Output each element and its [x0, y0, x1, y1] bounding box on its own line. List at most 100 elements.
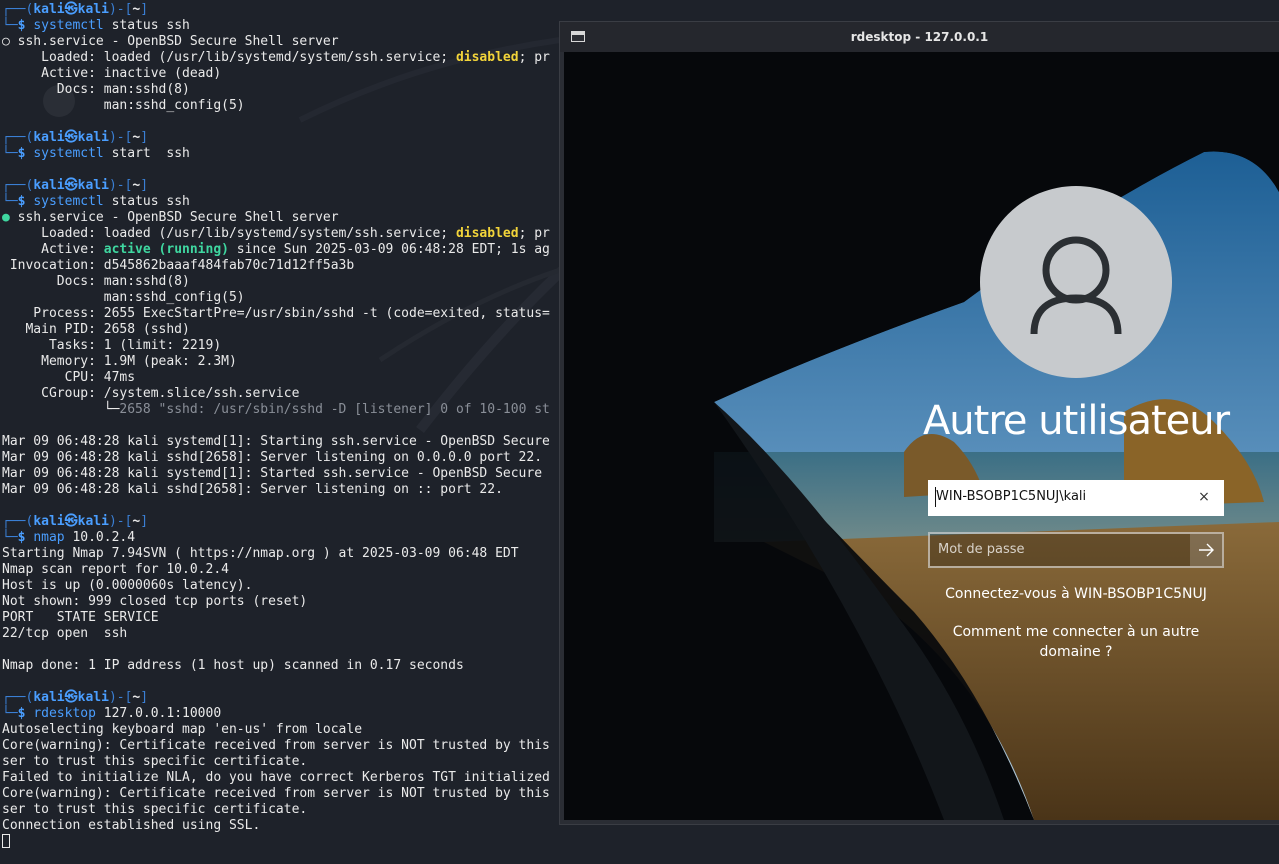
terminal-text: kali㉿kali: [33, 2, 109, 17]
terminal-text: )-[: [108, 130, 133, 145]
terminal-text: Process: 2655 ExecStartPre=/usr/sbin/ssh…: [2, 306, 550, 321]
terminal-line: Nmap scan report for 10.0.2.4: [2, 562, 550, 578]
terminal-text: ┌──(: [2, 178, 34, 193]
terminal-text: Core(warning): Certificate received from…: [2, 738, 550, 753]
terminal-text: └─: [2, 18, 18, 33]
rdesktop-window[interactable]: rdesktop - 127.0.0.1 Autre utilisateur W…: [560, 22, 1279, 824]
terminal-line: ┌──(kali㉿kali)-[~]: [2, 514, 550, 530]
terminal-text: 10.0.2.4: [64, 530, 136, 545]
terminal-text: Not shown: 999 closed tcp ports (reset): [2, 594, 308, 609]
terminal-line: ┌──(kali㉿kali)-[~]: [2, 2, 550, 18]
terminal-line: ● ssh.service - OpenBSD Secure Shell ser…: [2, 210, 550, 226]
terminal-text: kali㉿kali: [33, 130, 109, 145]
terminal-text: Host is up (0.0000060s latency).: [2, 578, 253, 593]
terminal-text: Loaded: loaded (/usr/lib/systemd/system/…: [2, 50, 456, 65]
terminal-text: disabled: [455, 226, 519, 241]
terminal-text: $: [17, 146, 34, 161]
terminal-line: Mar 09 06:48:28 kali sshd[2658]: Server …: [2, 482, 550, 498]
terminal-text: Docs: man:sshd(8): [2, 82, 190, 97]
other-domain-link[interactable]: Comment me connecter à un autre domaine …: [944, 622, 1208, 662]
terminal-text: Mar 09 06:48:28 kali systemd[1]: Startin…: [2, 434, 550, 449]
terminal-text: )-[: [108, 2, 133, 17]
terminal-line: Active: active (running) since Sun 2025-…: [2, 242, 550, 258]
terminal-text: nmap: [33, 530, 65, 545]
window-title: rdesktop - 127.0.0.1: [850, 30, 989, 44]
terminal-line: Autoselecting keyboard map 'en-us' from …: [2, 722, 550, 738]
terminal-text: └─: [2, 402, 120, 417]
terminal-text: systemctl: [33, 146, 104, 161]
terminal-text: ]: [140, 178, 149, 193]
terminal-text: kali㉿kali: [33, 690, 109, 705]
terminal-line: Active: inactive (dead): [2, 66, 550, 82]
terminal-text: rdesktop: [33, 706, 96, 721]
terminal-line: man:sshd_config(5): [2, 98, 550, 114]
terminal-text: ┌──(: [2, 690, 34, 705]
terminal-line: └─$ nmap 10.0.2.4: [2, 530, 550, 546]
terminal-text: Loaded: loaded (/usr/lib/systemd/system/…: [2, 226, 456, 241]
terminal-line: Core(warning): Certificate received from…: [2, 786, 550, 802]
terminal-line: └─$ systemctl status ssh: [2, 194, 550, 210]
terminal-line: Host is up (0.0000060s latency).: [2, 578, 550, 594]
terminal-text: Connection established using SSL.: [2, 818, 261, 833]
terminal-line: ┌──(kali㉿kali)-[~]: [2, 178, 550, 194]
terminal-text: $: [17, 194, 34, 209]
terminal-text: ]: [140, 514, 149, 529]
terminal-line: Connection established using SSL.: [2, 818, 550, 834]
terminal-text: active (running): [103, 242, 229, 257]
terminal-text: status ssh: [103, 18, 190, 33]
terminal-text: Memory: 1.9M (peak: 2.3M): [2, 354, 237, 369]
terminal-text: kali㉿kali: [33, 178, 109, 193]
terminal-text: kali㉿kali: [33, 514, 109, 529]
username-input[interactable]: WIN-BSOBP1C5NUJ\kali ×: [928, 480, 1224, 516]
terminal-line: Nmap done: 1 IP address (1 host up) scan…: [2, 658, 550, 674]
terminal-text: man:sshd_config(5): [2, 98, 245, 113]
password-input[interactable]: Mot de passe: [928, 532, 1224, 568]
terminal-line: ┌──(kali㉿kali)-[~]: [2, 690, 550, 706]
terminal-line: Loaded: loaded (/usr/lib/systemd/system/…: [2, 226, 550, 242]
terminal-line: ┌──(kali㉿kali)-[~]: [2, 130, 550, 146]
terminal-text: Main PID: 2658 (sshd): [2, 322, 190, 337]
terminal-text: └─: [2, 706, 18, 721]
clear-icon[interactable]: ×: [1195, 488, 1213, 506]
terminal-line: Failed to initialize NLA, do you have co…: [2, 770, 550, 786]
remote-desktop-screen[interactable]: Autre utilisateur WIN-BSOBP1C5NUJ\kali ×…: [564, 52, 1279, 820]
terminal-text: Active:: [2, 242, 104, 257]
terminal-text: ┌──(: [2, 2, 34, 17]
terminal-text: ; pr: [518, 50, 550, 65]
terminal-text: status ssh: [103, 194, 190, 209]
terminal-text: ser to trust this specific certificate.: [2, 754, 308, 769]
terminal-text: Docs: man:sshd(8): [2, 274, 190, 289]
terminal-text: └─: [2, 146, 18, 161]
user-avatar: [980, 186, 1172, 378]
terminal-text: )-[: [108, 514, 133, 529]
terminal-text: Mar 09 06:48:28 kali systemd[1]: Started…: [2, 466, 543, 481]
terminal-line: ○ ssh.service - OpenBSD Secure Shell ser…: [2, 34, 550, 50]
terminal-text: ; pr: [518, 226, 550, 241]
terminal-text: Active: inactive (dead): [2, 66, 222, 81]
terminal-line: Not shown: 999 closed tcp ports (reset): [2, 594, 550, 610]
terminal-text: ser to trust this specific certificate.: [2, 802, 308, 817]
terminal-line: Mar 09 06:48:28 kali systemd[1]: Started…: [2, 466, 550, 482]
rdesktop-titlebar[interactable]: rdesktop - 127.0.0.1: [560, 22, 1279, 52]
terminal-text: since Sun 2025-03-09 06:48:28 EDT; 1s ag: [228, 242, 550, 257]
arrow-right-icon: [1199, 543, 1214, 557]
terminal-output[interactable]: ┌──(kali㉿kali)-[~] └─$ systemctl status s…: [2, 2, 550, 834]
terminal-text: Failed to initialize NLA, do you have co…: [2, 770, 550, 785]
terminal-line: Memory: 1.9M (peak: 2.3M): [2, 354, 550, 370]
terminal-text: CPU: 47ms: [2, 370, 136, 385]
terminal-text: Nmap done: 1 IP address (1 host up) scan…: [2, 658, 464, 673]
terminal-text: ]: [140, 130, 149, 145]
terminal-text: systemctl: [33, 194, 104, 209]
submit-button[interactable]: [1190, 534, 1222, 566]
terminal-text: man:sshd_config(5): [2, 290, 245, 305]
terminal-line: Main PID: 2658 (sshd): [2, 322, 550, 338]
terminal-text: ]: [140, 2, 149, 17]
terminal-line: CGroup: /system.slice/ssh.service: [2, 386, 550, 402]
terminal-text: $: [17, 706, 34, 721]
